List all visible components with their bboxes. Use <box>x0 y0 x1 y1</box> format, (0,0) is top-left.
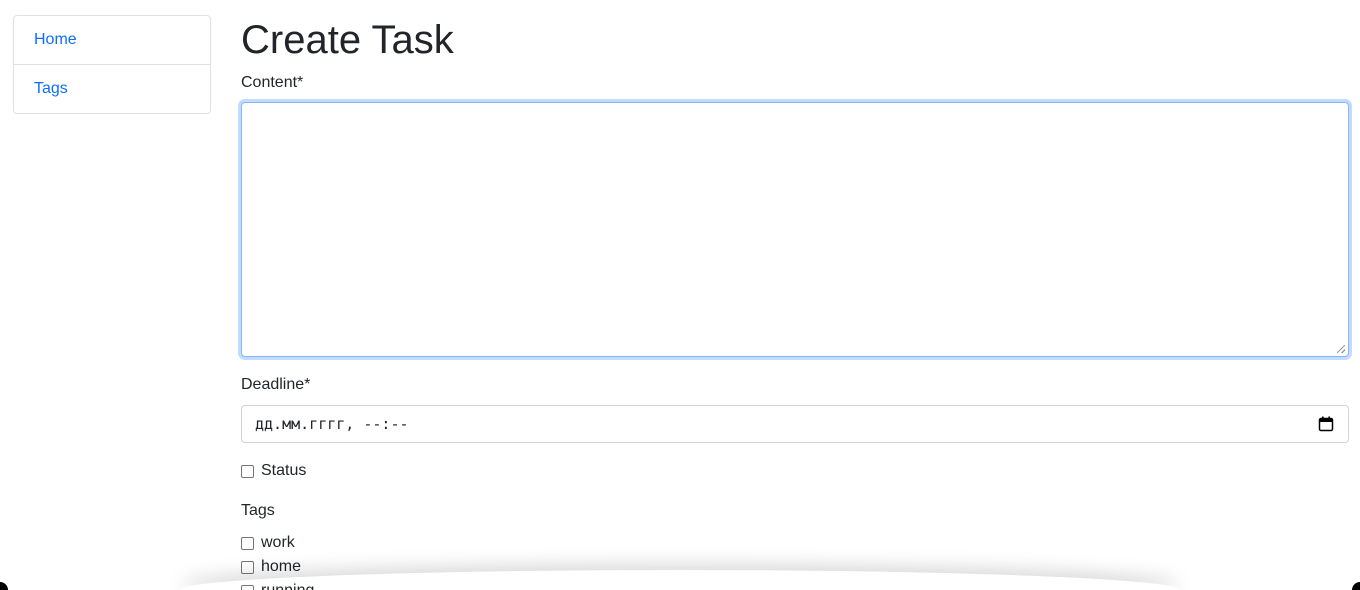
content-textarea[interactable] <box>241 102 1349 357</box>
tag-label: home <box>261 558 302 575</box>
page: Home Tags Create Task Content* Deadline*… <box>0 0 1360 590</box>
status-checkbox[interactable] <box>241 464 254 478</box>
tag-checkbox-running[interactable] <box>241 584 254 590</box>
tag-row-work: work <box>241 533 295 553</box>
sidebar-nav: Home Tags <box>13 15 211 114</box>
window-corner-left <box>0 582 8 590</box>
resize-grip-icon[interactable] <box>1337 345 1345 353</box>
tag-checkbox-work[interactable] <box>241 536 254 550</box>
content-label: Content* <box>241 74 304 91</box>
deadline-placeholder: дд.мм.гггг, --:-- <box>255 415 409 433</box>
deadline-input[interactable]: дд.мм.гггг, --:-- <box>241 405 1349 443</box>
tag-row-home: home <box>241 557 301 577</box>
deadline-label: Deadline* <box>241 376 311 393</box>
sidebar-item-tags[interactable]: Tags <box>14 65 210 113</box>
tags-label: Tags <box>241 502 275 519</box>
status-label: Status <box>261 462 307 479</box>
tag-row-running: running <box>241 581 314 590</box>
tag-label: running <box>261 581 314 590</box>
window-edge-shadow <box>180 570 1180 590</box>
page-title: Create Task <box>241 18 454 62</box>
calendar-icon[interactable] <box>1318 416 1334 432</box>
status-row: Status <box>241 461 306 481</box>
tag-label: work <box>261 534 295 551</box>
tag-checkbox-home[interactable] <box>241 560 254 574</box>
sidebar-item-home[interactable]: Home <box>14 16 210 65</box>
window-corner-right <box>1352 582 1360 590</box>
